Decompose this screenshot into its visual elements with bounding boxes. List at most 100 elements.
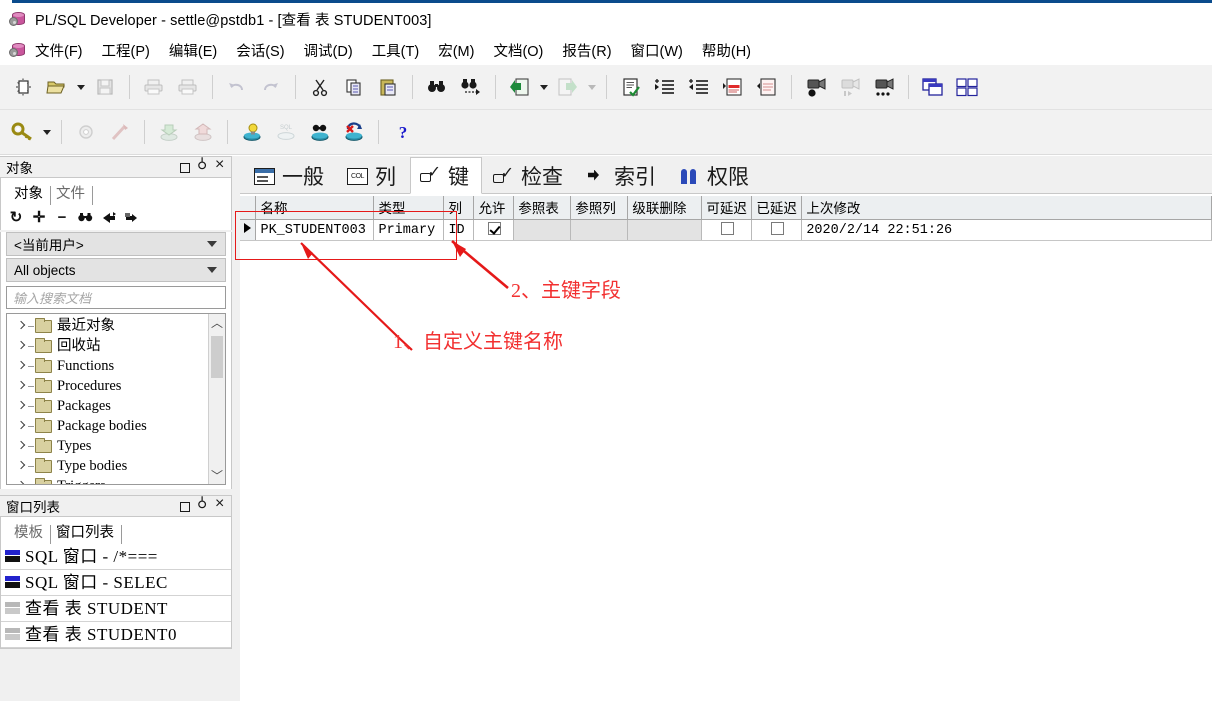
indent-icon[interactable] bbox=[648, 70, 682, 104]
tab-window-list[interactable]: 窗口列表 bbox=[51, 525, 122, 544]
checkbox-deferred[interactable] bbox=[770, 222, 784, 236]
scroll-down-icon[interactable]: ﹀ bbox=[209, 467, 225, 484]
find-icon[interactable] bbox=[76, 209, 94, 227]
menu-item-macro[interactable]: 宏(M) bbox=[429, 38, 484, 63]
tree-item-package-bodies[interactable]: Package bodies bbox=[7, 416, 208, 436]
explain-plan-icon[interactable] bbox=[235, 115, 269, 149]
chevron-right-icon[interactable] bbox=[16, 481, 27, 485]
key-icon[interactable] bbox=[6, 115, 40, 149]
column-header-name[interactable]: 名称 bbox=[255, 196, 375, 220]
tab-privileges[interactable]: 权限 bbox=[670, 159, 761, 193]
help-icon[interactable]: ? bbox=[386, 115, 420, 149]
menu-item-window[interactable]: 窗口(W) bbox=[622, 38, 693, 63]
column-header-deferred[interactable]: 已延迟 bbox=[751, 196, 803, 220]
maximize-icon[interactable] bbox=[179, 161, 190, 174]
tab-indexes[interactable]: 索引 bbox=[577, 159, 668, 193]
close-icon[interactable] bbox=[215, 157, 226, 174]
back-icon[interactable] bbox=[99, 209, 117, 227]
tab-general[interactable]: 一般 bbox=[245, 159, 336, 193]
column-header-column[interactable]: 列 bbox=[443, 196, 475, 220]
cell-type[interactable]: Primary bbox=[373, 219, 445, 241]
collapse-icon[interactable]: − bbox=[53, 209, 71, 227]
tab-keys[interactable]: 键 bbox=[410, 157, 482, 194]
pin-icon[interactable] bbox=[197, 500, 208, 513]
import-icon[interactable] bbox=[503, 70, 537, 104]
paste-icon[interactable] bbox=[371, 70, 405, 104]
scroll-up-icon[interactable]: ︿ bbox=[209, 314, 225, 331]
user-select[interactable]: <当前用户> bbox=[6, 232, 226, 256]
cell-deferrable[interactable] bbox=[701, 219, 753, 241]
tab-checks[interactable]: 检查 bbox=[484, 159, 575, 193]
close-icon[interactable] bbox=[215, 496, 226, 513]
chevron-right-icon[interactable] bbox=[16, 361, 27, 372]
pin-icon[interactable] bbox=[197, 161, 208, 174]
menu-item-tools[interactable]: 工具(T) bbox=[363, 38, 430, 63]
import-dropdown-caret[interactable] bbox=[537, 70, 551, 104]
list-item[interactable]: SQL 窗口 - SELEC bbox=[1, 570, 231, 596]
chevron-right-icon[interactable] bbox=[16, 341, 27, 352]
row-selector-cell[interactable] bbox=[240, 219, 257, 241]
record-macro-icon[interactable] bbox=[799, 70, 833, 104]
find-database-icon[interactable] bbox=[303, 115, 337, 149]
menu-item-reports[interactable]: 报告(R) bbox=[553, 38, 621, 63]
macro-list-icon[interactable] bbox=[867, 70, 901, 104]
column-header-ref-column[interactable]: 参照列 bbox=[570, 196, 629, 220]
tree-item-recycle-bin[interactable]: 回收站 bbox=[7, 336, 208, 356]
column-header-ref-table[interactable]: 参照表 bbox=[513, 196, 572, 220]
forward-icon[interactable] bbox=[122, 209, 140, 227]
chevron-right-icon[interactable] bbox=[16, 421, 27, 432]
column-header-last-modified[interactable]: 上次修改 bbox=[801, 196, 1212, 220]
chevron-right-icon[interactable] bbox=[16, 381, 27, 392]
menu-item-project[interactable]: 工程(P) bbox=[93, 38, 160, 63]
outdent-icon[interactable] bbox=[682, 70, 716, 104]
cell-allow[interactable] bbox=[473, 219, 515, 241]
tree-item-types[interactable]: Types bbox=[7, 436, 208, 456]
scroll-thumb[interactable] bbox=[211, 336, 223, 378]
tab-templates[interactable]: 模板 bbox=[9, 525, 51, 544]
refresh-icon[interactable]: ↻ bbox=[7, 209, 25, 227]
maximize-icon[interactable] bbox=[179, 500, 190, 513]
tab-columns[interactable]: COL 列 bbox=[338, 159, 408, 193]
find-icon[interactable] bbox=[420, 70, 454, 104]
object-filter-select[interactable]: All objects bbox=[6, 258, 226, 282]
cell-ref-column[interactable] bbox=[570, 219, 629, 241]
tree-item-recent-objects[interactable]: 最近对象 bbox=[7, 316, 208, 336]
chevron-right-icon[interactable] bbox=[16, 321, 27, 332]
column-header-allow[interactable]: 允许 bbox=[473, 196, 515, 220]
open-dropdown-caret[interactable] bbox=[74, 70, 88, 104]
new-document-icon[interactable] bbox=[6, 70, 40, 104]
find-next-icon[interactable] bbox=[454, 70, 488, 104]
dock-splitter[interactable] bbox=[232, 156, 240, 701]
tree-item-functions[interactable]: Functions bbox=[7, 356, 208, 376]
menu-item-file[interactable]: 文件(F) bbox=[26, 38, 93, 63]
cut-icon[interactable] bbox=[303, 70, 337, 104]
menu-item-debug[interactable]: 调试(D) bbox=[295, 38, 363, 63]
tree-item-type-bodies[interactable]: Type bodies bbox=[7, 456, 208, 476]
open-folder-icon[interactable] bbox=[40, 70, 74, 104]
key-dropdown-caret[interactable] bbox=[40, 115, 54, 149]
column-header-type[interactable]: 类型 bbox=[373, 196, 445, 220]
menu-item-documents[interactable]: 文档(O) bbox=[484, 38, 553, 63]
expand-icon[interactable]: ✛ bbox=[30, 209, 48, 227]
cell-cascade-delete[interactable] bbox=[627, 219, 703, 241]
column-header-cascade-delete[interactable]: 级联删除 bbox=[627, 196, 703, 220]
cell-name[interactable]: PK_STUDENT003 bbox=[255, 219, 375, 241]
tab-files[interactable]: 文件 bbox=[51, 186, 93, 205]
menu-item-session[interactable]: 会话(S) bbox=[227, 38, 294, 63]
cascade-windows-icon[interactable] bbox=[916, 70, 950, 104]
list-item[interactable]: 查看 表 STUDENT0 bbox=[1, 622, 231, 648]
column-header-deferrable[interactable]: 可延迟 bbox=[701, 196, 753, 220]
cell-deferred[interactable] bbox=[751, 219, 803, 241]
table-row[interactable]: PK_STUDENT003 Primary ID 2020/2/14 22:51… bbox=[240, 219, 1212, 241]
menu-item-edit[interactable]: 编辑(E) bbox=[160, 38, 227, 63]
cell-column[interactable]: ID bbox=[443, 219, 475, 241]
menu-item-help[interactable]: 帮助(H) bbox=[693, 38, 761, 63]
tree-item-triggers[interactable]: Triggers bbox=[7, 476, 208, 484]
disconnect-icon[interactable] bbox=[337, 115, 371, 149]
check-syntax-icon[interactable] bbox=[614, 70, 648, 104]
chevron-right-icon[interactable] bbox=[16, 401, 27, 412]
tree-item-packages[interactable]: Packages bbox=[7, 396, 208, 416]
comment-icon[interactable] bbox=[716, 70, 750, 104]
cell-ref-table[interactable] bbox=[513, 219, 572, 241]
tab-objects[interactable]: 对象 bbox=[9, 186, 51, 205]
